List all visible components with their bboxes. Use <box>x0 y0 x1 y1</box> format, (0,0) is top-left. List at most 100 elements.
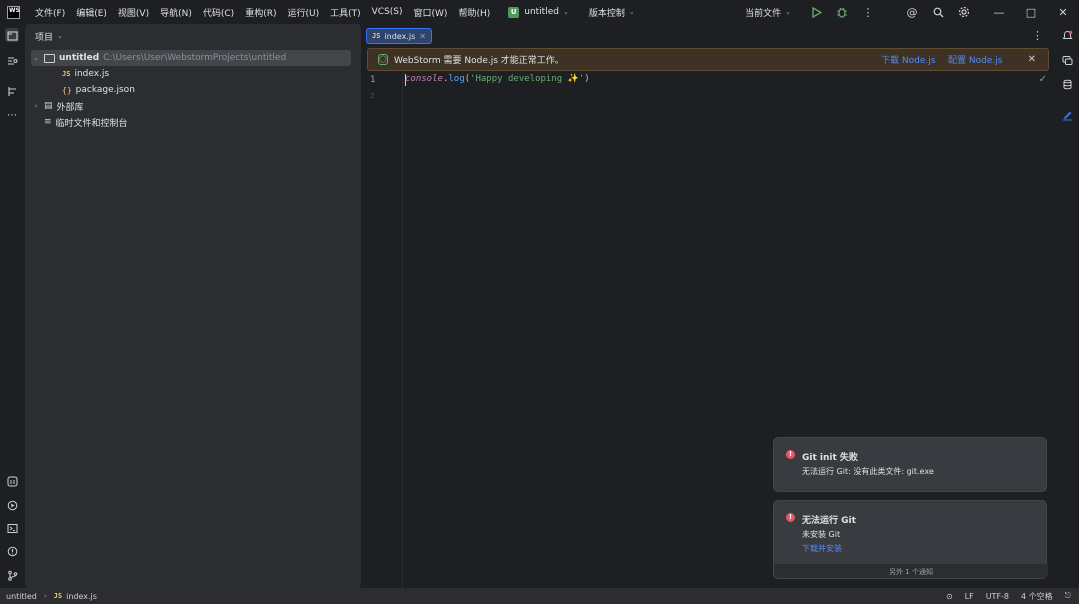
tree-root-untitled[interactable]: ⌄ untitled C:\Users\User\WebstormProject… <box>31 50 351 66</box>
line-separator[interactable]: LF <box>965 592 974 601</box>
main-menu: 文件(F) 编辑(E) 视图(V) 导航(N) 代码(C) 重构(R) 运行(U… <box>35 6 501 19</box>
minimize-icon[interactable]: — <box>983 0 1015 24</box>
menu-vcs[interactable]: VCS(S) <box>372 7 403 17</box>
status-bar: untitled › JS index.js ⊙ LF UTF-8 4 个空格 … <box>0 588 1079 604</box>
root-folder-name: untitled <box>59 53 100 63</box>
run-icon[interactable] <box>809 5 823 19</box>
javascript-file-icon: JS <box>62 70 71 78</box>
chevron-down-icon: ⌄ <box>785 8 791 16</box>
chevron-down-icon[interactable]: ⌄ <box>31 54 41 62</box>
edit-pen-icon[interactable] <box>1060 108 1074 122</box>
menu-tools[interactable]: 工具(T) <box>330 6 361 19</box>
notification-git-not-installed: ! 无法运行 Git 未安装 Git 下载并安装 另外 1 个通知 <box>773 500 1048 579</box>
webstorm-logo-icon[interactable]: WS <box>7 5 20 19</box>
editor-tabs: JS index.js ✕ <box>363 24 1053 48</box>
ai-assistant-icon[interactable]: @ <box>905 5 919 19</box>
javascript-file-icon: JS <box>372 32 381 40</box>
tree-file-package-json[interactable]: {} package.json <box>62 82 135 98</box>
menu-edit[interactable]: 编辑(E) <box>76 6 107 19</box>
close-icon[interactable]: ✕ <box>1047 0 1079 24</box>
lock-icon[interactable]: ⎋ <box>1065 591 1071 601</box>
run-config-label: 当前文件 <box>745 8 782 19</box>
chevron-down-icon: ⌄ <box>57 32 63 40</box>
code-string: 'Happy developing ✨' <box>470 74 585 84</box>
search-icon[interactable] <box>931 5 945 19</box>
notification-body: 无法运行 Git: 没有此类文件: git.exe <box>802 467 934 476</box>
folder-icon <box>44 53 55 63</box>
settings-icon[interactable] <box>957 5 971 19</box>
commit-tool-icon[interactable] <box>5 53 19 67</box>
problems-icon[interactable] <box>5 544 19 558</box>
code-line[interactable]: console.log('Happy developing ✨') <box>405 74 590 84</box>
menu-code[interactable]: 代码(C) <box>203 6 234 19</box>
code-paren-close: ) <box>584 74 590 84</box>
project-name: untitled <box>524 7 559 17</box>
left-tool-strip: ⋯ <box>0 24 24 588</box>
run-tool-icon[interactable] <box>5 498 19 512</box>
services-icon[interactable] <box>5 474 19 488</box>
menu-help[interactable]: 帮助(H) <box>458 6 490 19</box>
project-selector[interactable]: U untitled ⌄ <box>508 6 569 18</box>
project-tool-icon[interactable] <box>5 28 19 42</box>
terminal-icon[interactable] <box>5 521 19 535</box>
editor-gutter: 1 2 <box>363 72 403 588</box>
more-horizontal-icon[interactable]: ⋯ <box>5 108 19 122</box>
chevron-right-icon: › <box>43 592 47 600</box>
file-encoding[interactable]: UTF-8 <box>986 592 1009 601</box>
close-icon[interactable]: ✕ <box>419 32 426 41</box>
more-vertical-icon[interactable]: ⋮ <box>1032 29 1043 42</box>
nodejs-icon: ⬡ <box>378 54 388 65</box>
database-icon[interactable] <box>1060 77 1074 91</box>
tree-external-libraries[interactable]: › ▤ 外部库 <box>31 98 84 114</box>
more-vertical-icon[interactable]: ⋮ <box>861 5 875 19</box>
configure-nodejs-link[interactable]: 配置 Node.js <box>948 53 1002 66</box>
notification-title: Git init 失败 <box>802 453 858 463</box>
debug-icon[interactable] <box>835 5 849 19</box>
title-bar: WS 文件(F) 编辑(E) 视图(V) 导航(N) 代码(C) 重构(R) 运… <box>0 0 1079 24</box>
project-panel-header[interactable]: 项目 ⌄ <box>25 24 361 48</box>
line-number: 2 <box>370 92 375 100</box>
download-nodejs-link[interactable]: 下载 Node.js <box>881 53 935 66</box>
tab-index-js[interactable]: JS index.js ✕ <box>366 28 432 44</box>
code-object: console <box>405 74 443 84</box>
close-icon[interactable]: ✕ <box>1028 54 1036 65</box>
chevron-down-icon: ⌄ <box>562 8 569 16</box>
vcs-selector[interactable]: 版本控制 ⌄ <box>589 6 635 19</box>
run-config-selector[interactable]: 当前文件 ⌄ <box>745 6 791 19</box>
file-name: package.json <box>75 85 135 95</box>
error-icon: ! <box>786 513 795 522</box>
download-install-git-link[interactable]: 下载并安装 <box>802 543 842 554</box>
check-icon[interactable]: ✓ <box>1039 74 1047 85</box>
menu-window[interactable]: 窗口(W) <box>414 6 448 19</box>
project-panel-title: 项目 <box>35 32 54 43</box>
menu-refactor[interactable]: 重构(R) <box>245 6 276 19</box>
structure-tool-icon[interactable] <box>5 84 19 98</box>
indent-setting[interactable]: 4 个空格 <box>1021 591 1053 602</box>
tree-file-index-js[interactable]: JS index.js <box>62 66 109 82</box>
notification-title: 无法运行 Git <box>802 516 856 526</box>
git-branch-icon[interactable] <box>5 568 19 582</box>
tree-scratches[interactable]: ≡ 临时文件和控制台 <box>44 114 128 130</box>
vcs-label: 版本控制 <box>588 8 625 19</box>
breadcrumb-file[interactable]: index.js <box>66 592 97 601</box>
maximize-icon[interactable]: □ <box>1015 0 1047 24</box>
breadcrumb: untitled › JS index.js <box>6 592 97 601</box>
notification-git-init-failed: ! Git init 失败 无法运行 Git: 没有此类文件: git.exe <box>773 437 1047 492</box>
menu-navigate[interactable]: 导航(N) <box>160 6 192 19</box>
scratches-icon: ≡ <box>44 117 52 127</box>
scratches-label: 临时文件和控制台 <box>55 118 128 129</box>
status-bar-right: ⊙ LF UTF-8 4 个空格 ⎋ <box>934 588 1071 604</box>
ai-chat-icon[interactable] <box>1060 53 1074 67</box>
javascript-file-icon: JS <box>53 592 63 600</box>
more-notifications-footer[interactable]: 另外 1 个通知 <box>774 564 1048 578</box>
right-tool-strip <box>1055 24 1079 588</box>
notifications-icon[interactable] <box>1060 28 1074 42</box>
root-folder-path: C:\Users\User\WebstormProjects\untitled <box>103 53 287 63</box>
menu-view[interactable]: 视图(V) <box>118 6 149 19</box>
menu-file[interactable]: 文件(F) <box>35 6 65 19</box>
breadcrumb-project[interactable]: untitled <box>6 592 37 601</box>
menu-run[interactable]: 运行(U) <box>287 6 319 19</box>
text-caret <box>405 74 406 86</box>
readonly-toggle-icon[interactable]: ⊙ <box>946 592 953 601</box>
chevron-right-icon[interactable]: › <box>31 102 41 110</box>
